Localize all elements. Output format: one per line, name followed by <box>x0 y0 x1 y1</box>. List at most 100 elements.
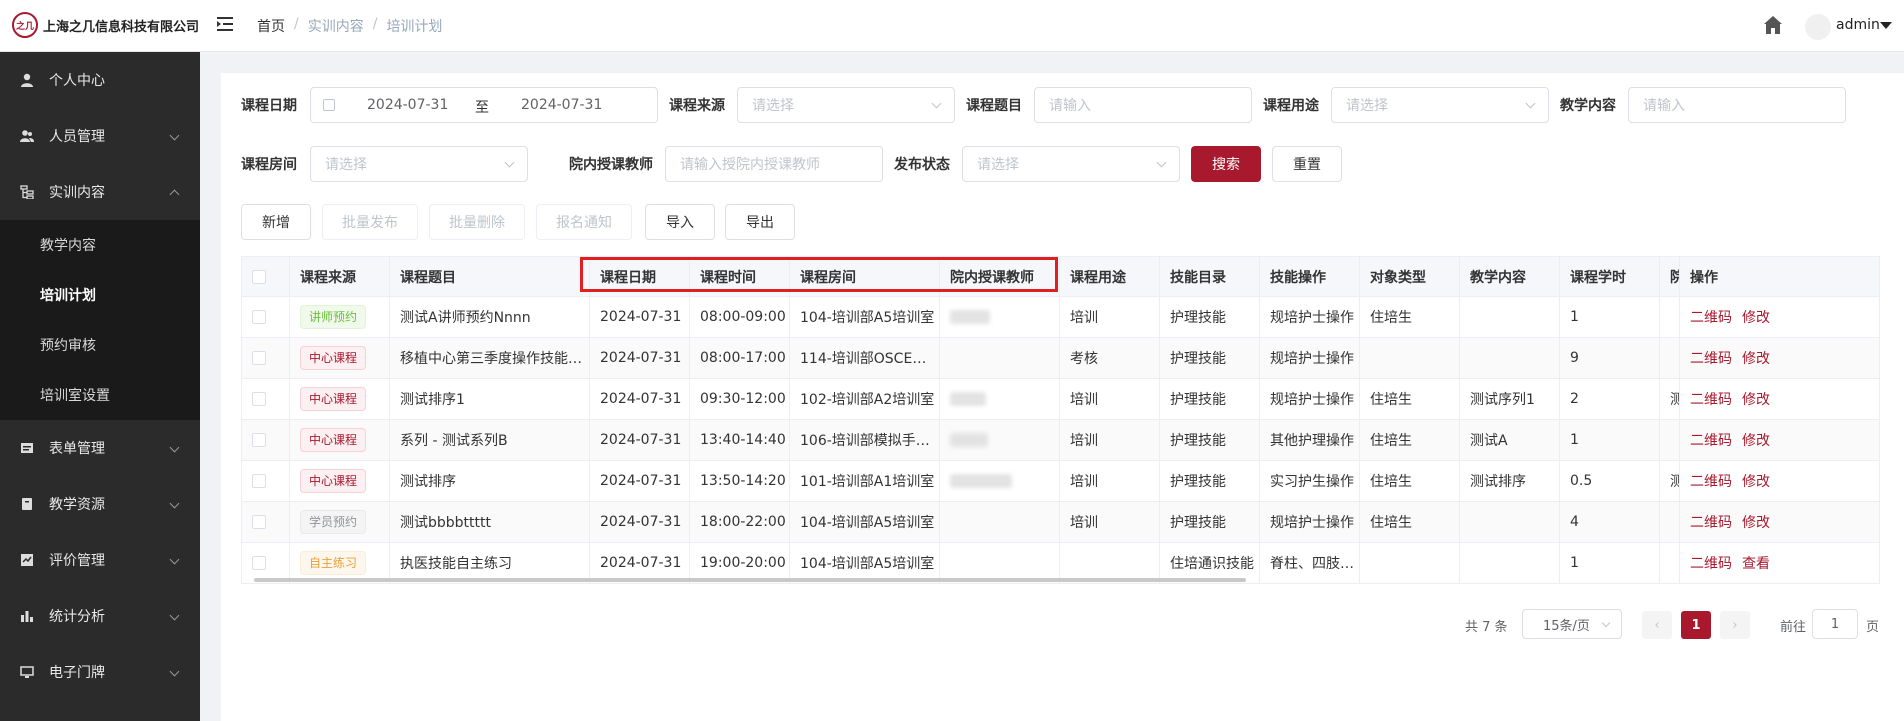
teacher-input[interactable]: 请输入授院内授课教师 <box>665 146 883 182</box>
select-cell[interactable] <box>241 419 290 461</box>
sidebar-item-resources[interactable]: 教学资源 <box>0 476 200 532</box>
date-range-picker[interactable]: 2024-07-31 至 2024-07-31 <box>310 87 658 123</box>
submenu-training-content: 教学内容 培训计划 预约审核 培训室设置 <box>0 220 200 420</box>
table-row[interactable]: 中心课程 测试排序 2024-07-31 13:50-14:20 101-培训部A1培训… <box>241 460 1880 502</box>
breadcrumb-home[interactable]: 首页 <box>257 16 285 36</box>
row-checkbox[interactable] <box>252 433 266 447</box>
select-cell[interactable] <box>241 337 290 379</box>
edit-link[interactable]: 修改 <box>1742 474 1770 490</box>
course-use-select[interactable]: 请选择 <box>1331 87 1549 123</box>
view-link[interactable]: 查看 <box>1742 556 1770 572</box>
next-page-button[interactable]: › <box>1720 611 1750 639</box>
logo[interactable]: 之几 上海之几信息科技有限公司 <box>12 12 199 38</box>
table-row[interactable]: 中心课程 测试排序1 2024-07-31 09:30-12:00 102-培训部A2培… <box>241 378 1880 420</box>
cell-teacher <box>939 337 1060 379</box>
select-cell[interactable] <box>241 296 290 338</box>
add-button[interactable]: 新增 <box>241 204 311 240</box>
avatar[interactable] <box>1805 14 1831 40</box>
select-cell[interactable] <box>241 460 290 502</box>
date-start: 2024-07-31 <box>367 97 449 113</box>
submenu-item-training-plan[interactable]: 培训计划 <box>0 270 200 320</box>
cell-extra <box>1659 337 1680 379</box>
menu-toggle-icon[interactable] <box>216 15 234 33</box>
cell-skill-dir: 护理技能 <box>1159 460 1260 502</box>
edit-link[interactable]: 修改 <box>1742 351 1770 367</box>
batch-delete-button[interactable]: 批量删除 <box>429 204 525 240</box>
pagination-total: 共 7 条 <box>1465 620 1508 635</box>
cell-skill-dir: 护理技能 <box>1159 337 1260 379</box>
teaching-content-input[interactable]: 请输入 <box>1628 87 1846 123</box>
signup-notice-button[interactable]: 报名通知 <box>536 204 632 240</box>
qrcode-link[interactable]: 二维码 <box>1690 351 1732 367</box>
course-source-select[interactable]: 请选择 <box>737 87 955 123</box>
sidebar-item-statistics[interactable]: 统计分析 <box>0 588 200 644</box>
cell-target: 住培生 <box>1359 460 1460 502</box>
home-icon[interactable] <box>1762 14 1784 36</box>
prev-page-button[interactable]: ‹ <box>1642 611 1672 639</box>
horizontal-scrollbar[interactable] <box>254 578 1246 582</box>
qrcode-link[interactable]: 二维码 <box>1690 474 1732 490</box>
cell-date-text: 2024-07-31 <box>600 350 682 366</box>
row-checkbox[interactable] <box>252 556 266 570</box>
caret-down-icon[interactable] <box>1880 22 1892 29</box>
sidebar-item-evaluation[interactable]: 评价管理 <box>0 532 200 588</box>
qrcode-link[interactable]: 二维码 <box>1690 515 1732 531</box>
submenu-item-room-settings[interactable]: 培训室设置 <box>0 370 200 420</box>
cell-topic-text: 测试排序1 <box>400 392 465 408</box>
page-1-button[interactable]: 1 <box>1681 611 1711 639</box>
publish-status-select[interactable]: 请选择 <box>962 146 1180 182</box>
publish-status-label: 发布状态 <box>894 157 950 173</box>
qrcode-link[interactable]: 二维码 <box>1690 556 1732 572</box>
reset-button[interactable]: 重置 <box>1272 146 1342 182</box>
course-topic-input[interactable]: 请输入 <box>1034 87 1252 123</box>
qrcode-link[interactable]: 二维码 <box>1690 392 1732 408</box>
room-select[interactable]: 请选择 <box>310 146 528 182</box>
cell-date: 2024-07-31 <box>589 378 690 420</box>
edit-link[interactable]: 修改 <box>1742 310 1770 326</box>
room-placeholder: 请选择 <box>325 157 367 173</box>
search-button[interactable]: 搜索 <box>1191 146 1261 182</box>
qrcode-link[interactable]: 二维码 <box>1690 310 1732 326</box>
edit-link[interactable]: 修改 <box>1742 392 1770 408</box>
select-cell[interactable] <box>241 378 290 420</box>
cell-skill-op: 规培护士操作 <box>1259 501 1360 543</box>
select-all-cell[interactable] <box>241 256 290 297</box>
cell-content <box>1459 337 1560 379</box>
cell-date: 2024-07-31 <box>589 501 690 543</box>
export-button[interactable]: 导出 <box>725 204 795 240</box>
cell-content: 测试序列1 <box>1459 378 1560 420</box>
edit-link[interactable]: 修改 <box>1742 433 1770 449</box>
chevron-down-icon <box>931 98 942 109</box>
qrcode-link[interactable]: 二维码 <box>1690 433 1732 449</box>
row-checkbox[interactable] <box>252 474 266 488</box>
submenu-item-teaching-content[interactable]: 教学内容 <box>0 220 200 270</box>
select-cell[interactable] <box>241 501 290 543</box>
sidebar-item-forms[interactable]: 表单管理 <box>0 420 200 476</box>
edit-link[interactable]: 修改 <box>1742 515 1770 531</box>
users-icon <box>20 129 34 143</box>
cell-use: 培训 <box>1059 419 1160 461</box>
sidebar-item-door-sign[interactable]: 电子门牌 <box>0 644 200 700</box>
breadcrumb-training-plan: 培训计划 <box>386 19 443 35</box>
cell-time: 18:00-22:00 <box>689 501 790 543</box>
page-size-select[interactable]: 15条/页 <box>1522 609 1622 639</box>
goto-page-input[interactable]: 1 <box>1812 609 1858 639</box>
row-checkbox[interactable] <box>252 392 266 406</box>
submenu-item-booking-review[interactable]: 预约审核 <box>0 320 200 370</box>
select-all-checkbox[interactable] <box>252 269 266 284</box>
table-row[interactable]: 学员预约 测试bbbbttttt 2024-07-31 18:00-22:00 104-… <box>241 501 1880 543</box>
import-button[interactable]: 导入 <box>645 204 715 240</box>
row-checkbox[interactable] <box>252 310 266 324</box>
row-checkbox[interactable] <box>252 515 266 529</box>
cell-use: 考核 <box>1059 337 1160 379</box>
chevron-up-icon <box>169 189 180 200</box>
table-row[interactable]: 讲师预约 测试A讲师预约Nnnn 2024-07-31 08:00-09:00 104-… <box>241 296 1880 338</box>
user-name[interactable]: admin <box>1836 17 1880 33</box>
table-row[interactable]: 中心课程 移植中心第三季度操作技能培训 2024-07-31 08:00-17:00 1… <box>241 337 1880 379</box>
row-checkbox[interactable] <box>252 351 266 365</box>
table-row[interactable]: 中心课程 系列 - 测试系列B 2024-07-31 13:40-14:40 106-培… <box>241 419 1880 461</box>
batch-publish-button[interactable]: 批量发布 <box>322 204 418 240</box>
sidebar-item-personnel[interactable]: 人员管理 <box>0 108 200 164</box>
sidebar-item-personal-center[interactable]: 个人中心 <box>0 52 200 108</box>
sidebar-item-training-content[interactable]: 实训内容 <box>0 164 200 220</box>
